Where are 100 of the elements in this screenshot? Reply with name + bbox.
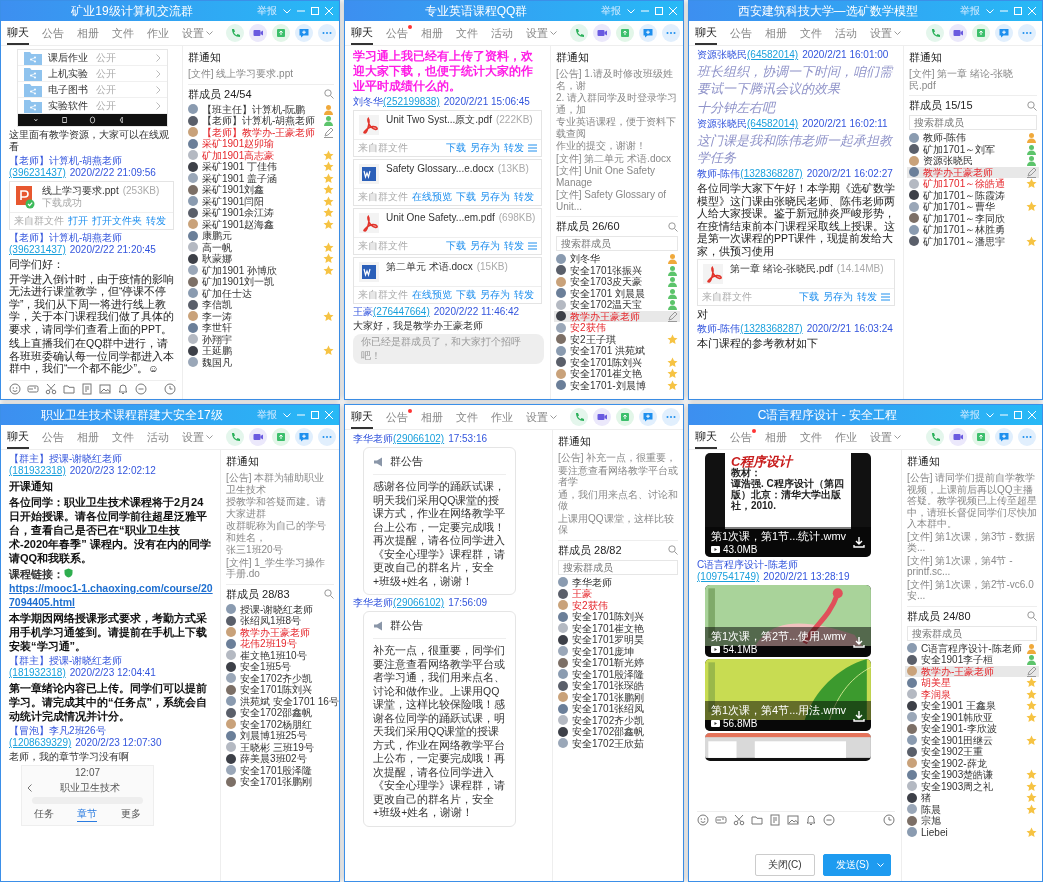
member-search-field[interactable]: 搜索群成员 [558, 559, 678, 575]
smiley-icon[interactable] [697, 813, 709, 826]
file-card[interactable]: Unit Two Syst...原文.pdf (222KB) 来自群文件 下载 另存为 转发 [353, 110, 542, 157]
file-action-link[interactable]: 转发 [504, 239, 524, 253]
announcement-card[interactable]: 群公告 补充一点，很重要，同学们要注意查看网络教学平台或者学习通，我们用来点名、讨论和做作业。上课用QQ课堂，这样比较保险哦！感谢各位同学的踊跃试课，明天我们采用QQ课堂的授课方式，作业在网络教学平台上公布，一定要完成哦！再次提醒，请各位同学进入《安全心理学》课程群，请更改自己的群名片，安全+班级+姓名，谢谢！ [363, 611, 516, 827]
minus-circle-icon[interactable] [823, 813, 835, 826]
tab[interactable]: 公告 [42, 426, 64, 448]
more-icon[interactable] [1018, 24, 1036, 42]
member-item[interactable]: 耿蒙娜 [186, 253, 336, 265]
member-item[interactable]: 花伟2班19号 [224, 638, 336, 650]
notice-line[interactable]: 上课用QQ课堂，这样比较保 [558, 512, 678, 536]
upload-icon[interactable] [272, 24, 290, 42]
tab[interactable]: 相册 [765, 22, 787, 44]
tab[interactable]: 设置 [182, 22, 213, 44]
file-action-link[interactable]: 在线预览 [412, 190, 452, 204]
tab[interactable]: 文件 [112, 22, 134, 44]
member-item[interactable]: 安全1701崔文艳 [554, 368, 680, 380]
chat-plus-icon[interactable] [295, 24, 313, 42]
bell-icon[interactable] [117, 382, 129, 395]
member-item[interactable]: 安全1701罗明昊 [556, 634, 680, 646]
search-icon[interactable] [1027, 100, 1037, 111]
tab[interactable]: 文件 [800, 22, 822, 44]
member-item[interactable]: 采矿1901刘鑫 [186, 184, 336, 196]
tab[interactable]: 聊天 [695, 21, 717, 45]
member-item[interactable]: 矿加任士达 [186, 287, 336, 299]
member-item[interactable]: 安全1901李子桓 [905, 654, 1039, 666]
member-item[interactable]: 安全1701-刘晨博 [554, 379, 680, 391]
phone-icon[interactable] [570, 24, 588, 42]
notice-line[interactable]: [文件] 线上学习要求.ppt [188, 68, 334, 80]
phone-icon[interactable] [226, 24, 244, 42]
qq-number-link[interactable]: (64582014) [747, 49, 799, 60]
member-item[interactable]: 安全1702齐少凯 [224, 672, 336, 684]
notice-line[interactable]: 授教学和答疑而建。请大家进群 [226, 496, 334, 519]
member-item[interactable]: 矿加1701～林胜勇 [907, 224, 1039, 236]
member-item[interactable]: 李世轩 [186, 322, 336, 334]
notice-line[interactable]: 2. 请入群同学及时登录学习通，加 [556, 92, 678, 115]
file-action-link[interactable]: 转发 [504, 141, 524, 155]
notice-line[interactable]: 通，我们用来点名、讨论和做 [558, 488, 678, 512]
chat-plus-icon[interactable] [639, 24, 657, 42]
tab[interactable]: 作业 [835, 426, 857, 448]
member-item[interactable]: 安2获伟 [556, 599, 680, 611]
tab[interactable]: 聊天 [7, 425, 29, 449]
member-item[interactable]: 安全1902-薛龙 [905, 757, 1039, 769]
dropdown-icon[interactable] [627, 8, 635, 14]
notice-line[interactable]: [公告] 本群为辅助职业卫生技术 [226, 472, 334, 495]
tab[interactable]: 设置 [182, 426, 213, 448]
document-icon[interactable] [81, 382, 93, 395]
member-item[interactable]: 猪 [905, 792, 1039, 804]
close-icon[interactable] [325, 411, 333, 419]
tab[interactable]: 相册 [421, 406, 443, 428]
member-item[interactable]: 矿加1901高志豪 [186, 149, 336, 161]
tab[interactable]: 更多 [121, 807, 142, 822]
member-item[interactable]: 安全1701靳光婷 [556, 657, 680, 669]
member-search-field[interactable]: 搜索群成员 [556, 236, 678, 251]
member-item[interactable]: 安全1701庞坤 [556, 645, 680, 657]
dropdown-icon[interactable] [283, 412, 291, 418]
qq-number-link[interactable]: (276447664) [373, 306, 430, 317]
member-item[interactable]: 矿加1701～李同欣 [907, 212, 1039, 224]
video-call-icon[interactable] [949, 24, 967, 42]
maximize-icon[interactable] [311, 411, 319, 419]
file-action-link[interactable]: 下载 [456, 288, 476, 302]
member-item[interactable]: 安全1902王重 [905, 746, 1039, 758]
member-item[interactable]: 安全1702杨朋红 [224, 718, 336, 730]
member-item[interactable]: 【老师】教学办-王豪老师 [186, 126, 336, 138]
close-icon[interactable] [1028, 7, 1036, 15]
member-item[interactable]: 矿加1901 孙博欣 [186, 264, 336, 276]
maximize-icon[interactable] [655, 7, 663, 15]
tab[interactable]: 活动 [491, 22, 513, 44]
chat-plus-icon[interactable] [295, 428, 313, 446]
bell-icon[interactable] [805, 813, 817, 826]
tab[interactable]: 相册 [77, 22, 99, 44]
qq-number-link[interactable]: (29066102) [393, 433, 445, 444]
tab[interactable]: 设置 [870, 22, 901, 44]
phone-icon[interactable] [926, 428, 944, 446]
member-item[interactable]: 【老师】计算机-胡燕老师 [186, 115, 336, 127]
member-item[interactable]: 王豪 [556, 588, 680, 600]
member-item[interactable]: 【班主任】计算机-阮鹏 [186, 103, 336, 115]
notice-line[interactable]: [文件] 第一章 绪论-张晓民.pdf [909, 68, 1037, 91]
tab[interactable]: 章节 [77, 807, 98, 822]
tab[interactable]: 公告 [730, 426, 752, 448]
member-item[interactable]: 安全1701陈刘兴 [554, 356, 680, 368]
tab[interactable]: 聊天 [351, 405, 373, 429]
member-item[interactable]: 魏国凡 [186, 356, 336, 368]
url-link[interactable]: https://mooc1-1.chaoxing.com/course/207094405.html [9, 581, 214, 609]
member-item[interactable]: 矿加1701～潘思宇 [907, 235, 1039, 247]
tab[interactable]: 任务 [33, 807, 54, 822]
tab[interactable]: 相册 [765, 426, 787, 448]
member-item[interactable]: 资源张晓民 [907, 155, 1039, 167]
member-item[interactable]: 刘冬华 [554, 253, 680, 265]
maximize-icon[interactable] [1014, 7, 1022, 15]
notice-line[interactable]: 作业的提交，谢谢！ [556, 140, 678, 152]
tab[interactable]: 作业 [147, 22, 169, 44]
file-action-link[interactable]: 下载 [456, 190, 476, 204]
close-button[interactable]: 关闭(C) [754, 854, 815, 876]
member-item[interactable]: 安全1901 王鑫泉 [905, 700, 1039, 712]
qq-number-link[interactable]: (1328368287) [740, 168, 803, 179]
member-item[interactable]: 授课-谢晓红老师 [224, 603, 336, 615]
document-icon[interactable] [769, 813, 781, 826]
member-item[interactable]: 安2王子琪 [554, 333, 680, 345]
member-item[interactable]: 采矿1901闫阳 [186, 195, 336, 207]
